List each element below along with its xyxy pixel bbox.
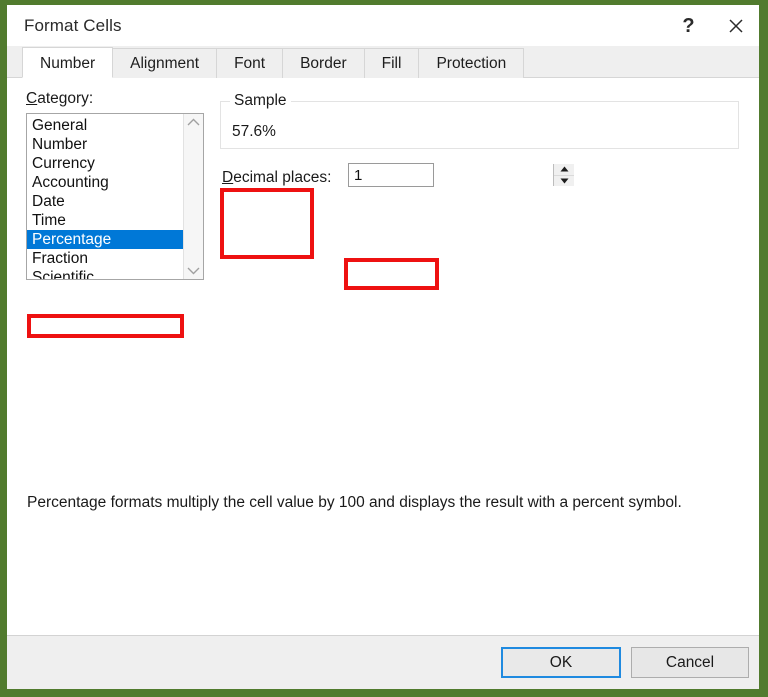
tab-number[interactable]: Number	[22, 47, 113, 78]
spin-up-icon	[560, 166, 569, 172]
number-tab-panel: Category: General Number Currency Accoun…	[7, 78, 759, 635]
title-bar: Format Cells ?	[7, 5, 759, 46]
decimal-places-input[interactable]	[349, 164, 553, 186]
tab-fill[interactable]: Fill	[364, 48, 420, 78]
category-item-number[interactable]: Number	[27, 135, 183, 154]
tab-strip: Number Alignment Font Border Fill Protec…	[7, 46, 759, 78]
decimal-places-stepper[interactable]	[348, 163, 434, 187]
question-mark-icon: ?	[682, 16, 694, 36]
tab-border[interactable]: Border	[282, 48, 365, 78]
annotation-box-sample	[220, 188, 314, 259]
chevron-up-icon[interactable]	[187, 118, 200, 127]
category-item-time[interactable]: Time	[27, 211, 183, 230]
annotation-box-decimal	[344, 258, 439, 290]
decimal-places-spin-buttons	[553, 164, 574, 186]
sample-value: 57.6%	[232, 123, 276, 141]
ok-button[interactable]: OK	[501, 647, 621, 678]
chevron-down-icon[interactable]	[187, 266, 200, 275]
sample-groupbox	[220, 101, 739, 149]
help-button[interactable]: ?	[665, 5, 712, 46]
category-item-percentage[interactable]: Percentage	[27, 230, 183, 249]
category-scrollbar[interactable]	[183, 114, 203, 279]
format-description: Percentage formats multiply the cell val…	[27, 493, 739, 513]
close-button[interactable]	[712, 5, 759, 46]
category-list-items: General Number Currency Accounting Date …	[27, 114, 183, 279]
category-item-accounting[interactable]: Accounting	[27, 173, 183, 192]
annotation-box-percentage	[27, 314, 184, 338]
decimal-places-label: Decimal places:	[222, 169, 331, 187]
cancel-button[interactable]: Cancel	[631, 647, 749, 678]
dialog-title: Format Cells	[7, 16, 122, 36]
category-item-general[interactable]: General	[27, 116, 183, 135]
category-item-date[interactable]: Date	[27, 192, 183, 211]
tab-alignment[interactable]: Alignment	[112, 48, 217, 78]
category-item-scientific[interactable]: Scientific	[27, 268, 183, 279]
category-label: Category:	[26, 90, 93, 108]
sample-legend-label: Sample	[230, 92, 291, 110]
category-item-currency[interactable]: Currency	[27, 154, 183, 173]
title-bar-buttons: ?	[665, 5, 759, 46]
category-item-fraction[interactable]: Fraction	[27, 249, 183, 268]
dialog-footer: OK Cancel	[7, 635, 759, 689]
tab-font[interactable]: Font	[216, 48, 283, 78]
spin-down-icon	[560, 178, 569, 184]
close-icon	[728, 18, 744, 34]
spin-up-button[interactable]	[554, 164, 574, 176]
spin-down-button[interactable]	[554, 176, 574, 187]
format-cells-dialog: Format Cells ? Number Alignment Font Bor…	[7, 5, 759, 689]
tab-protection[interactable]: Protection	[418, 48, 524, 78]
category-listbox[interactable]: General Number Currency Accounting Date …	[26, 113, 204, 280]
